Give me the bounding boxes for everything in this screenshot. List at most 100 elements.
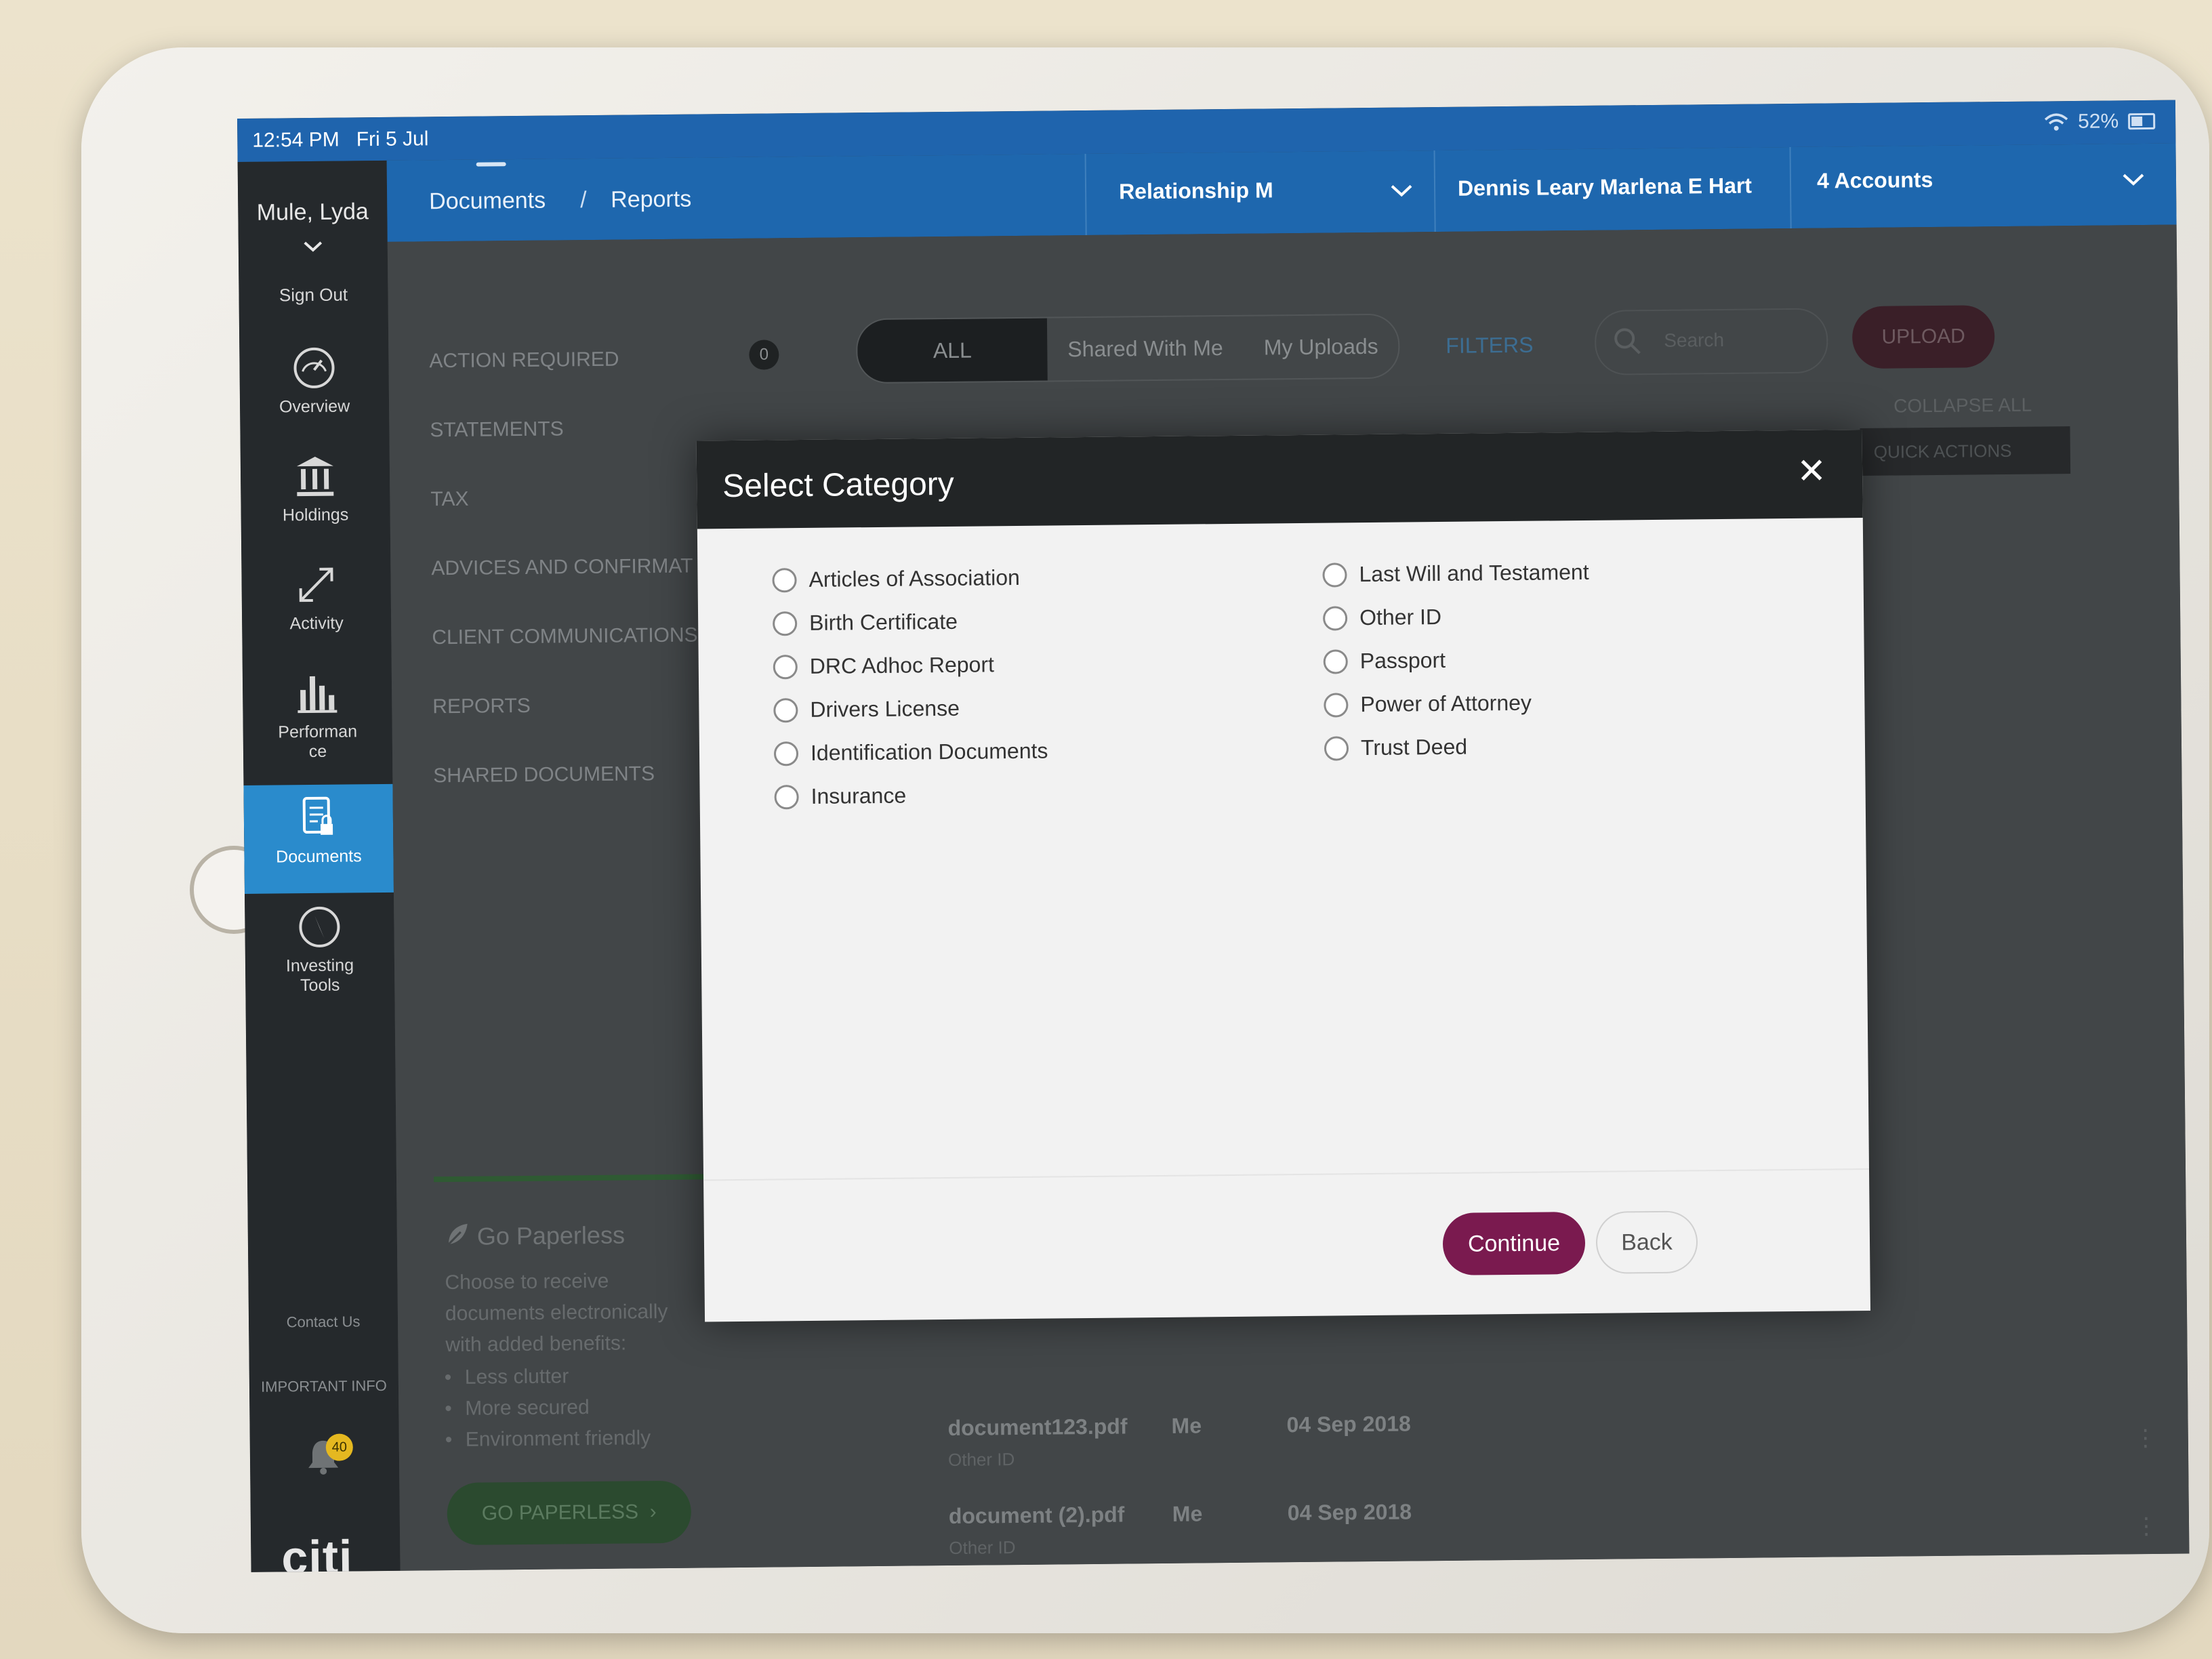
document-name[interactable]: document123.pdf [947,1414,1127,1441]
go-paperless-label: GO PAPERLESS [481,1500,639,1525]
option-label: Insurance [811,783,907,808]
search-icon [1614,328,1641,354]
more-options-icon[interactable] [2135,1513,2140,1540]
chevron-down-icon[interactable] [1390,183,1413,198]
option-other-id[interactable]: Other ID [1322,604,1442,631]
chevron-down-icon[interactable] [303,236,323,259]
category-advices[interactable]: ADVICES AND CONFIRMAT [431,555,693,581]
category-tax[interactable]: TAX [430,488,468,512]
radio-button[interactable] [1323,649,1348,674]
sidebar-item-documents[interactable]: Documents [243,783,394,894]
close-icon[interactable]: ✕ [1788,447,1836,495]
option-label: Birth Certificate [809,609,958,635]
sidebar-item-overview[interactable]: Overview [239,344,389,447]
sidebar-item-holdings[interactable]: Holdings [241,452,390,555]
sidebar-item-label: Holdings [282,505,349,525]
arrows-icon [299,567,333,602]
sidebar-item-performance[interactable]: Performan ce [243,669,392,772]
document-type: Other ID [947,1449,1015,1471]
dialog-footer-divider [703,1168,1869,1181]
category-reports[interactable]: REPORTS [432,695,531,718]
sidebar-item-label: Performan ce [278,722,358,762]
option-drc-adhoc-report[interactable]: DRC Adhoc Report [773,652,994,679]
option-trust-deed[interactable]: Trust Deed [1324,735,1467,761]
action-count-badge: 0 [749,340,779,370]
paperless-text: with added benefits: [445,1332,627,1357]
contact-us-link[interactable]: Contact Us [249,1313,398,1332]
relationship-selector[interactable]: Relationship M [1119,178,1273,204]
back-button[interactable]: Back [1595,1210,1698,1274]
radio-button[interactable] [773,741,799,766]
option-label: Passport [1359,647,1446,674]
paperless-divider [434,1174,733,1183]
option-power-of-attorney[interactable]: Power of Attorney [1324,691,1532,718]
leaf-icon [447,1223,468,1246]
option-label: Identification Documents [810,738,1048,765]
more-options-icon[interactable] [2134,1425,2139,1452]
filters-button[interactable]: FILTERS [1446,333,1534,359]
upload-button[interactable]: UPLOAD [1851,305,1995,369]
sidebar-item-label: Investing Tools [285,956,354,996]
radio-button[interactable] [773,611,798,636]
option-label: Other ID [1359,604,1442,630]
go-paperless-button[interactable]: GO PAPERLESS › [447,1480,692,1546]
option-label: Trust Deed [1360,734,1468,760]
continue-button[interactable]: Continue [1442,1211,1586,1275]
radio-button[interactable] [772,567,797,592]
drag-handle[interactable] [476,162,506,167]
sign-out-link[interactable]: Sign Out [239,284,388,306]
option-articles-of-association[interactable]: Articles of Association [772,565,1020,593]
breadcrumb-documents[interactable]: Documents [429,188,546,216]
radio-button[interactable] [773,697,798,722]
paperless-text: documents electronically [445,1300,668,1326]
clock: 12:54 PM [252,128,340,152]
tab-shared-with-me[interactable]: Shared With Me [1047,316,1244,381]
user-name[interactable]: Mule, Lyda [238,199,387,226]
paperless-benefit: Environment friendly [466,1427,651,1452]
sidebar-item-label: Documents [276,846,362,867]
battery-percent: 52% [2077,110,2119,133]
client-name[interactable]: Dennis Leary Marlena E Hart [1458,173,1752,201]
sidebar: Mule, Lyda Sign Out Overview Holdings Ac… [237,160,401,1572]
option-birth-certificate[interactable]: Birth Certificate [773,609,958,636]
category-statements[interactable]: STATEMENTS [430,417,564,442]
radio-button[interactable] [773,654,798,679]
category-shared-documents[interactable]: SHARED DOCUMENTS [433,762,655,787]
important-info-link[interactable]: IMPORTANT INFO [249,1377,398,1396]
radio-button[interactable] [1324,692,1349,718]
radio-button[interactable] [1324,735,1349,761]
document-lock-icon [302,796,333,835]
option-insurance[interactable]: Insurance [774,783,906,810]
option-label: Last Will and Testament [1359,559,1589,587]
battery-icon [2128,112,2156,130]
option-label: Drivers License [810,695,960,722]
tab-all[interactable]: ALL [857,318,1048,383]
header-divider [1433,150,1436,232]
radio-button[interactable] [774,784,799,809]
option-passport[interactable]: Passport [1323,647,1446,674]
category-action-required[interactable]: ACTION REQUIRED [429,348,619,373]
accounts-selector[interactable]: 4 Accounts [1817,167,1933,194]
collapse-all-link[interactable]: COLLAPSE ALL [1893,394,2032,417]
document-name[interactable]: document (2).pdf [949,1502,1125,1529]
paperless-title: Go Paperless [476,1221,626,1250]
option-drivers-license[interactable]: Drivers License [773,696,960,723]
chevron-down-icon[interactable] [2122,172,2145,187]
category-client-communications[interactable]: CLIENT COMMUNICATIONS [432,624,698,650]
paperless-benefit: Less clutter [465,1365,569,1389]
sidebar-item-activity[interactable]: Activity [241,560,391,663]
paperless-benefit: More secured [465,1396,590,1420]
sidebar-item-investing-tools[interactable]: Investing Tools [245,903,395,1012]
option-identification-documents[interactable]: Identification Documents [773,738,1048,766]
notification-badge: 40 [325,1433,354,1461]
paperless-text: Choose to receive [445,1269,609,1294]
select-category-dialog: Select Category ✕ Articles of Associatio… [696,430,1870,1322]
tab-my-uploads[interactable]: My Uploads [1243,315,1399,379]
bank-icon [296,456,334,497]
sidebar-item-label: Activity [289,613,344,634]
breadcrumb-reports[interactable]: Reports [611,186,691,213]
document-date: 04 Sep 2018 [1287,1499,1412,1525]
option-last-will-and-testament[interactable]: Last Will and Testament [1322,560,1589,588]
radio-button[interactable] [1322,562,1347,588]
radio-button[interactable] [1322,605,1348,631]
